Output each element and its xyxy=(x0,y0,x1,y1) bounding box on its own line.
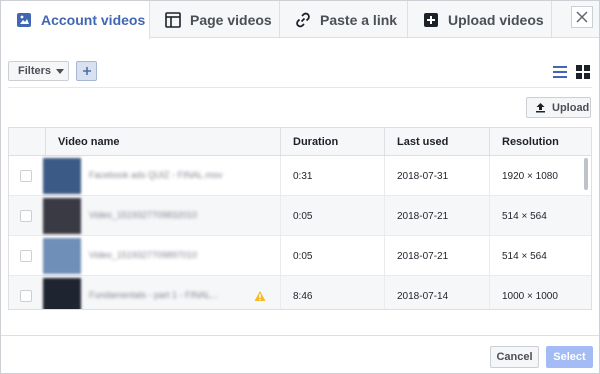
table-row[interactable]: Fundamentals - part 1 - FINAL... 8:46 20… xyxy=(9,276,591,309)
footer-divider xyxy=(1,335,599,336)
last-used-cell: 2018-07-31 xyxy=(384,156,489,196)
table-row[interactable]: Facebook ads QUIZ - FINAL.mov 0:31 2018-… xyxy=(9,156,591,196)
divider xyxy=(8,87,592,88)
list-view-icon xyxy=(553,66,567,78)
row-checkbox[interactable] xyxy=(20,210,32,222)
video-table: Video name Duration Last used Resolution… xyxy=(8,127,592,310)
upload-video-icon xyxy=(422,11,440,29)
column-header-resolution[interactable]: Resolution xyxy=(489,128,591,156)
resolution-cell: 514 × 564 xyxy=(489,236,591,276)
last-used-cell: 2018-07-21 xyxy=(384,196,489,236)
chevron-down-icon xyxy=(56,68,65,74)
account-video-icon xyxy=(15,11,33,29)
video-thumbnail xyxy=(43,278,81,309)
last-used-cell: 2018-07-14 xyxy=(384,276,489,309)
video-name: Video_1519327709832010 xyxy=(89,210,197,220)
tab-account-videos[interactable]: Account videos xyxy=(1,1,150,39)
list-view-button[interactable] xyxy=(553,65,567,79)
tab-label: Paste a link xyxy=(320,11,398,28)
duration-cell: 8:46 xyxy=(280,276,384,309)
warning-icon xyxy=(254,290,266,302)
plus-icon xyxy=(82,67,91,75)
row-checkbox[interactable] xyxy=(20,250,32,262)
select-button[interactable]: Select xyxy=(546,346,593,368)
grid-view-button[interactable] xyxy=(576,65,590,79)
row-checkbox[interactable] xyxy=(20,290,32,302)
tab-label: Upload videos xyxy=(448,11,544,28)
tab-upload-videos[interactable]: Upload videos xyxy=(408,1,552,38)
video-thumbnail xyxy=(43,158,81,194)
video-name: Fundamentals - part 1 - FINAL... xyxy=(89,290,219,300)
duration-cell: 0:31 xyxy=(280,156,384,196)
table-row[interactable]: Video_1519327709832010 0:05 2018-07-21 5… xyxy=(9,196,591,236)
close-icon xyxy=(576,11,588,23)
tab-label: Account videos xyxy=(41,12,146,28)
video-name: Video_1519327709897010 xyxy=(89,250,197,260)
resolution-cell: 1000 × 1000 xyxy=(489,276,591,309)
table-header: Video name Duration Last used Resolution xyxy=(9,128,591,156)
tab-paste-link[interactable]: Paste a link xyxy=(280,1,408,38)
cancel-button[interactable]: Cancel xyxy=(490,346,539,368)
video-picker-dialog: Account videos Page videos Paste a link … xyxy=(0,0,600,374)
filters-label: Filters xyxy=(18,65,52,77)
tab-bar: Account videos Page videos Paste a link … xyxy=(1,1,599,39)
upload-icon xyxy=(536,103,545,113)
select-column-header xyxy=(9,128,45,156)
video-name: Facebook ads QUIZ - FINAL.mov xyxy=(89,170,223,180)
table-row[interactable]: Video_1519327709897010 0:05 2018-07-21 5… xyxy=(9,236,591,276)
page-video-icon xyxy=(164,11,182,29)
tab-page-videos[interactable]: Page videos xyxy=(150,1,280,38)
grid-view-icon xyxy=(576,65,590,79)
column-header-video-name[interactable]: Video name xyxy=(45,128,280,156)
resolution-cell: 1920 × 1080 xyxy=(489,156,591,196)
row-checkbox[interactable] xyxy=(20,170,32,182)
video-thumbnail xyxy=(43,238,81,274)
link-icon xyxy=(294,11,312,29)
resolution-cell: 514 × 564 xyxy=(489,196,591,236)
duration-cell: 0:05 xyxy=(280,196,384,236)
upload-button[interactable]: Upload xyxy=(526,97,591,118)
tab-label: Page videos xyxy=(190,11,272,28)
upload-label: Upload xyxy=(552,101,590,114)
last-used-cell: 2018-07-21 xyxy=(384,236,489,276)
close-button[interactable] xyxy=(571,6,593,28)
filters-button[interactable]: Filters xyxy=(8,61,69,81)
column-header-last-used[interactable]: Last used xyxy=(384,128,489,156)
add-filter-button[interactable] xyxy=(76,61,97,81)
column-header-duration[interactable]: Duration xyxy=(280,128,384,156)
duration-cell: 0:05 xyxy=(280,236,384,276)
table-scrollbar[interactable] xyxy=(584,158,588,190)
video-thumbnail xyxy=(43,198,81,234)
